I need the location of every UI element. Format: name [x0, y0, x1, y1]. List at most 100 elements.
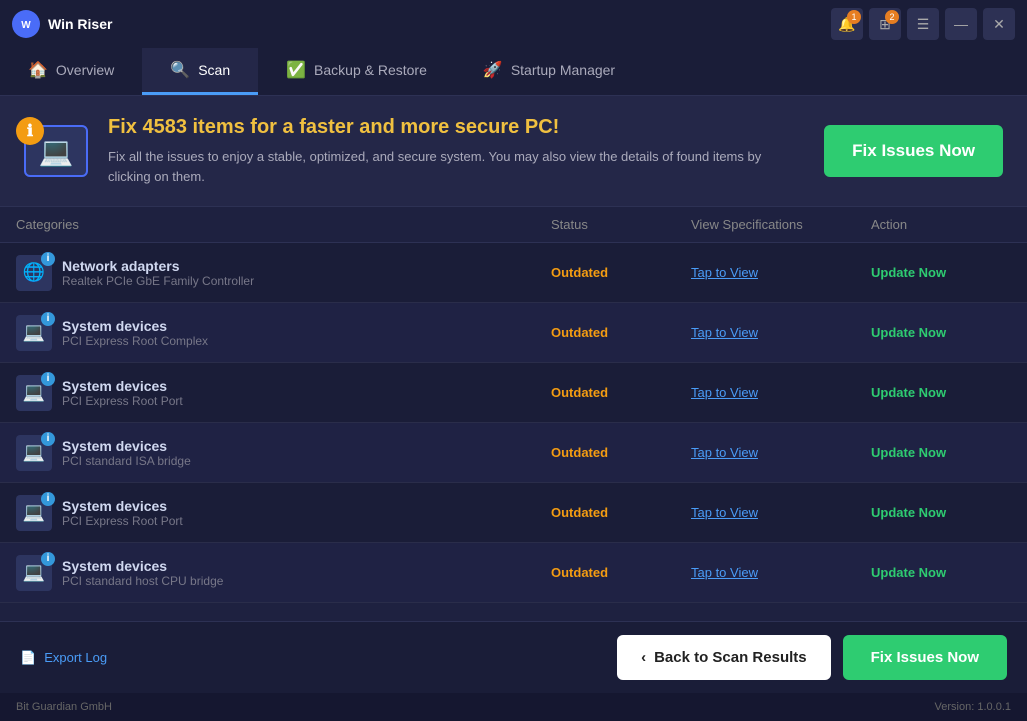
- tap-to-view-link[interactable]: Tap to View: [691, 385, 758, 400]
- notifications-badge: 1: [847, 10, 861, 24]
- update-now-link[interactable]: Update Now: [871, 565, 946, 580]
- app-name: Win Riser: [48, 16, 823, 32]
- row-device-sub: PCI Express Root Port: [62, 394, 183, 408]
- table-row: 💻 i System devices PCI standard ISA brid…: [0, 423, 1027, 483]
- tab-startup[interactable]: 🚀 Startup Manager: [455, 48, 643, 95]
- info-dot: i: [41, 372, 55, 386]
- row-info: System devices PCI Express Root Complex: [62, 318, 208, 348]
- tab-overview-label: Overview: [56, 62, 114, 78]
- apps-button[interactable]: ⊞ 2: [869, 8, 901, 40]
- tab-startup-label: Startup Manager: [511, 62, 615, 78]
- row-device-icon: 💻 i: [16, 555, 52, 591]
- banner-title: Fix 4583 items for a faster and more sec…: [108, 116, 804, 139]
- banner: 💻 ℹ Fix 4583 items for a faster and more…: [0, 96, 1027, 207]
- row-status: Outdated: [551, 325, 691, 340]
- row-device-icon: 💻 i: [16, 435, 52, 471]
- overview-icon: 🏠: [28, 60, 48, 80]
- col-status: Status: [551, 217, 691, 232]
- col-view-specs: View Specifications: [691, 217, 871, 232]
- window-controls: 🔔 1 ⊞ 2 ☰ — ✕: [831, 8, 1015, 40]
- back-btn-label: Back to Scan Results: [654, 649, 807, 666]
- close-button[interactable]: ✕: [983, 8, 1015, 40]
- row-device-sub: PCI Express Root Port: [62, 514, 183, 528]
- tab-backup[interactable]: ✅ Backup & Restore: [258, 48, 455, 95]
- row-info: System devices PCI standard ISA bridge: [62, 438, 191, 468]
- backup-icon: ✅: [286, 60, 306, 80]
- banner-subtitle: Fix all the issues to enjoy a stable, op…: [108, 147, 804, 186]
- menu-button[interactable]: ☰: [907, 8, 939, 40]
- col-categories: Categories: [16, 217, 551, 232]
- row-category: 💻 i System devices PCI standard ISA brid…: [16, 435, 551, 471]
- back-to-scan-button[interactable]: ‹ Back to Scan Results: [617, 635, 831, 680]
- row-category: 💻 i System devices PCI Express Root Port: [16, 495, 551, 531]
- update-now-link[interactable]: Update Now: [871, 445, 946, 460]
- svg-text:W: W: [21, 20, 31, 31]
- apps-badge: 2: [885, 10, 899, 24]
- export-log-icon: 📄: [20, 650, 36, 666]
- row-device-sub: PCI standard host CPU bridge: [62, 574, 223, 588]
- row-category: 💻 i System devices PCI standard host CPU…: [16, 555, 551, 591]
- row-status: Outdated: [551, 385, 691, 400]
- row-device-icon: 🌐 i: [16, 255, 52, 291]
- tap-to-view-link[interactable]: Tap to View: [691, 445, 758, 460]
- table-row: 💻 i System devices PCI Express Root Comp…: [0, 303, 1027, 363]
- table-row: 💻 i System devices PCI Express Root Port…: [0, 483, 1027, 543]
- status-bar: Bit Guardian GmbH Version: 1.0.0.1: [0, 693, 1027, 721]
- update-now-link[interactable]: Update Now: [871, 385, 946, 400]
- fix-issues-button-banner[interactable]: Fix Issues Now: [824, 125, 1003, 177]
- update-now-link[interactable]: Update Now: [871, 505, 946, 520]
- row-device-name: Network adapters: [62, 258, 254, 274]
- update-now-link[interactable]: Update Now: [871, 265, 946, 280]
- row-device-icon: 💻 i: [16, 315, 52, 351]
- row-category: 🌐 i Network adapters Realtek PCIe GbE Fa…: [16, 255, 551, 291]
- main-content: 🏠 Overview 🔍 Scan ✅ Backup & Restore 🚀 S…: [0, 48, 1027, 693]
- row-status: Outdated: [551, 565, 691, 580]
- update-now-link[interactable]: Update Now: [871, 325, 946, 340]
- row-device-icon: 💻 i: [16, 495, 52, 531]
- company-name: Bit Guardian GmbH: [16, 701, 112, 713]
- tab-scan[interactable]: 🔍 Scan: [142, 48, 258, 95]
- row-status: Outdated: [551, 265, 691, 280]
- table-row: 💻 i System devices PCI Express Root Port…: [0, 363, 1027, 423]
- banner-icon-wrap: 💻 ℹ: [24, 125, 88, 177]
- banner-text: Fix 4583 items for a faster and more sec…: [108, 116, 804, 186]
- row-device-icon: 💻 i: [16, 375, 52, 411]
- nav-tabs: 🏠 Overview 🔍 Scan ✅ Backup & Restore 🚀 S…: [0, 48, 1027, 96]
- row-device-name: System devices: [62, 558, 223, 574]
- row-status: Outdated: [551, 445, 691, 460]
- export-log-button[interactable]: 📄 Export Log: [20, 650, 107, 666]
- tap-to-view-link[interactable]: Tap to View: [691, 565, 758, 580]
- footer: 📄 Export Log ‹ Back to Scan Results Fix …: [0, 621, 1027, 693]
- info-dot: i: [41, 312, 55, 326]
- alert-badge: ℹ: [16, 117, 44, 145]
- export-log-label: Export Log: [44, 650, 107, 665]
- startup-icon: 🚀: [483, 60, 503, 80]
- row-category: 💻 i System devices PCI Express Root Comp…: [16, 315, 551, 351]
- row-device-sub: PCI Express Root Complex: [62, 334, 208, 348]
- results-table: Categories Status View Specifications Ac…: [0, 207, 1027, 621]
- tap-to-view-link[interactable]: Tap to View: [691, 505, 758, 520]
- notifications-button[interactable]: 🔔 1: [831, 8, 863, 40]
- tap-to-view-link[interactable]: Tap to View: [691, 265, 758, 280]
- tab-overview[interactable]: 🏠 Overview: [0, 48, 142, 95]
- row-category: 💻 i System devices PCI Express Root Port: [16, 375, 551, 411]
- table-scroll[interactable]: 🌐 i Network adapters Realtek PCIe GbE Fa…: [0, 243, 1027, 603]
- row-device-name: System devices: [62, 438, 191, 454]
- row-status: Outdated: [551, 505, 691, 520]
- tab-scan-label: Scan: [198, 62, 230, 78]
- tap-to-view-link[interactable]: Tap to View: [691, 325, 758, 340]
- title-bar: W Win Riser 🔔 1 ⊞ 2 ☰ — ✕: [0, 0, 1027, 48]
- minimize-button[interactable]: —: [945, 8, 977, 40]
- row-info: System devices PCI standard host CPU bri…: [62, 558, 223, 588]
- col-action: Action: [871, 217, 1011, 232]
- app-logo: W: [12, 10, 40, 38]
- version-info: Version: 1.0.0.1: [935, 701, 1011, 713]
- row-device-name: System devices: [62, 498, 183, 514]
- row-device-sub: Realtek PCIe GbE Family Controller: [62, 274, 254, 288]
- fix-issues-button-footer[interactable]: Fix Issues Now: [843, 635, 1007, 680]
- back-chevron-icon: ‹: [641, 649, 646, 666]
- info-dot: i: [41, 252, 55, 266]
- scan-icon: 🔍: [170, 60, 190, 80]
- row-device-name: System devices: [62, 378, 183, 394]
- table-header: Categories Status View Specifications Ac…: [0, 207, 1027, 243]
